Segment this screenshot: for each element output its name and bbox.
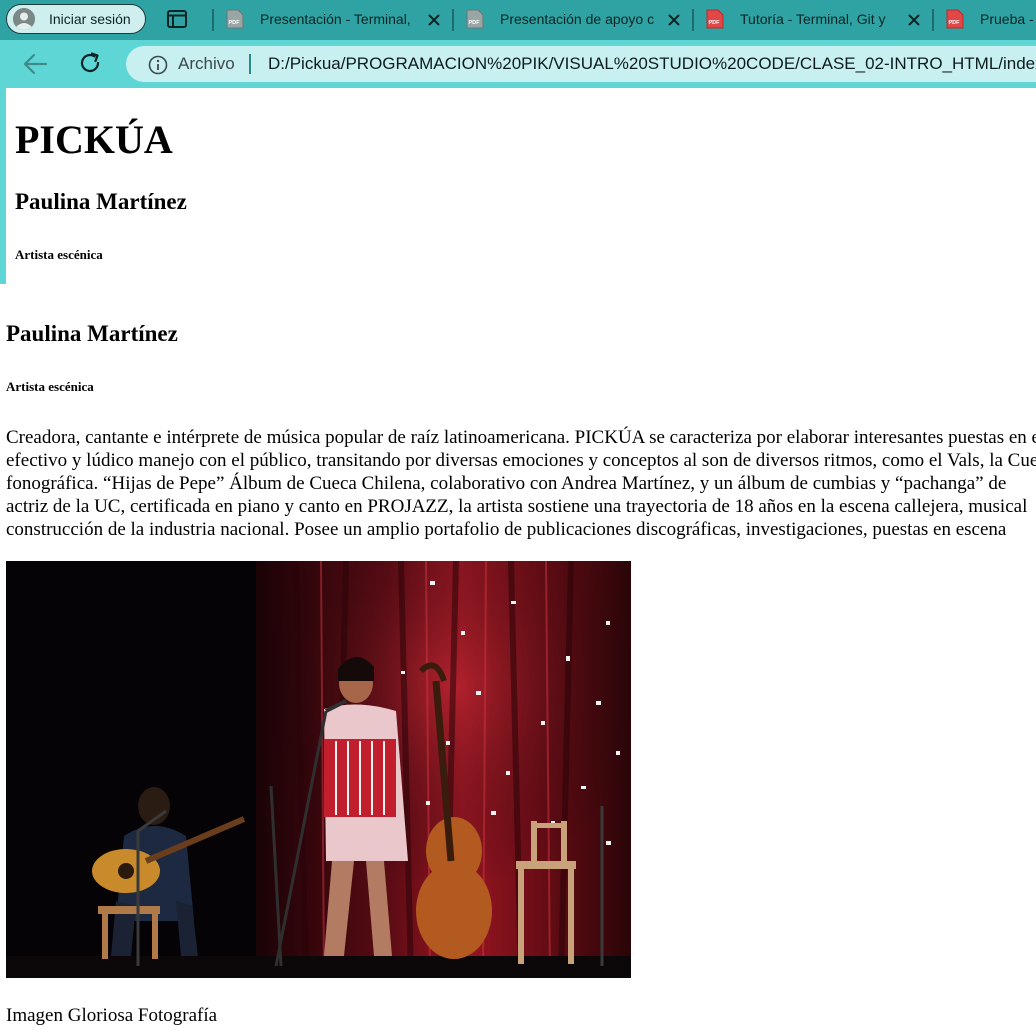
pdf-icon: PDF (466, 9, 484, 29)
tab-prueba[interactable]: PDF Prueba - (946, 4, 1036, 36)
svg-text:PDF: PDF (709, 20, 721, 26)
url-text[interactable]: D:/Pickua/PROGRAMACION%20PIK/VISUAL%20ST… (268, 54, 1036, 74)
avatar-icon (13, 8, 35, 30)
tab-separator (692, 9, 694, 31)
artist-bio: Creadora, cantante e intérprete de músic… (6, 426, 1036, 541)
reload-icon[interactable] (78, 51, 102, 75)
bio-line: actriz de la UC, certificada en piano y … (6, 496, 1028, 517)
info-icon[interactable] (148, 55, 168, 75)
header-artist-name: Paulina Martínez (15, 189, 187, 214)
tab-separator (452, 9, 454, 31)
site-title: PICKÚA (15, 117, 173, 162)
concert-photo (6, 561, 631, 978)
sign-in-label: Iniciar sesión (49, 11, 131, 27)
svg-text:PDF: PDF (949, 20, 961, 26)
sign-in-button[interactable]: Iniciar sesión (6, 4, 146, 34)
bio-line: efectivo y lúdico manejo con el público,… (6, 450, 1036, 471)
tab-title: Presentación de apoyo c (500, 11, 655, 27)
browser-tabstrip: Iniciar sesión PDF Presentación - Termin… (0, 0, 1036, 40)
pdf-icon: PDF (226, 9, 244, 29)
omnibox-separator (249, 54, 251, 74)
artist-role-heading: Artista escénica (6, 379, 94, 394)
close-icon[interactable] (906, 12, 922, 28)
tab-separator (212, 9, 214, 31)
bio-line: construcción de la industria nacional. P… (6, 519, 1007, 540)
svg-text:PDF: PDF (229, 20, 241, 26)
tab-title: Tutoría - Terminal, Git y (740, 11, 886, 27)
bio-line: Creadora, cantante e intérprete de músic… (6, 427, 1036, 448)
photo-caption: Imagen Gloriosa Fotografía (6, 1005, 218, 1026)
tab-presentacion-terminal[interactable]: PDF Presentación - Terminal, (226, 4, 450, 36)
artist-name-heading: Paulina Martínez (6, 321, 178, 346)
bio-line: fonográfica. “Hijas de Pepe” Álbum de Cu… (6, 473, 1007, 494)
pdf-icon: PDF (946, 9, 964, 29)
close-icon[interactable] (666, 12, 682, 28)
svg-text:PDF: PDF (469, 20, 481, 26)
page-content: PICKÚA Paulina Martínez Artista escénica… (0, 88, 1036, 1036)
tab-title: Presentación - Terminal, (260, 11, 411, 27)
scheme-label: Archivo (178, 54, 235, 73)
header-accent-bar (0, 88, 6, 284)
pdf-icon: PDF (706, 9, 724, 29)
page-header: PICKÚA Paulina Martínez Artista escénica (0, 88, 1036, 284)
back-arrow-icon[interactable] (22, 52, 48, 76)
tab-presentacion-apoyo[interactable]: PDF Presentación de apoyo c (466, 4, 690, 36)
address-bar[interactable]: Archivo D:/Pickua/PROGRAMACION%20PIK/VIS… (126, 46, 1036, 82)
tab-actions-icon[interactable] (166, 9, 188, 29)
tab-separator (932, 9, 934, 31)
header-artist-role: Artista escénica (15, 247, 103, 262)
tab-title: Prueba - (980, 11, 1034, 27)
tab-tutoria-terminal[interactable]: PDF Tutoría - Terminal, Git y (706, 4, 930, 36)
close-icon[interactable] (426, 12, 442, 28)
browser-toolbar: Archivo D:/Pickua/PROGRAMACION%20PIK/VIS… (0, 40, 1036, 88)
